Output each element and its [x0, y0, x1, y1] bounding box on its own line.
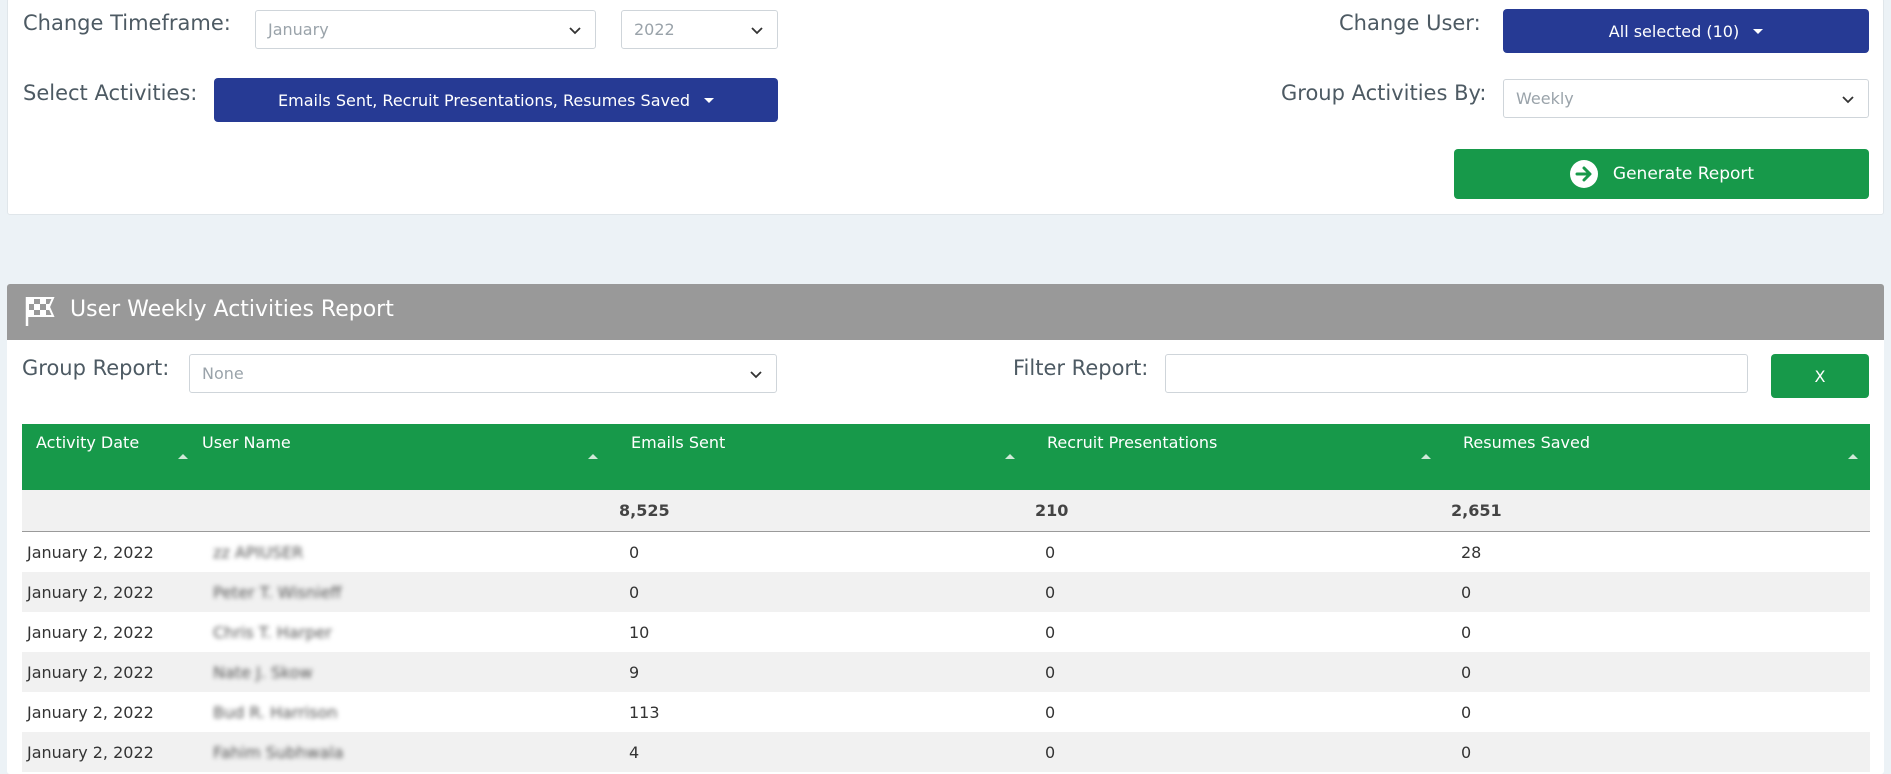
user-multiselect-label: All selected (10): [1608, 21, 1740, 41]
resumes-saved-cell: 28: [1461, 542, 1482, 562]
resumes-saved-cell: 0: [1461, 702, 1472, 722]
total-emails-sent: 8,525: [619, 501, 670, 520]
month-select[interactable]: January: [255, 10, 596, 49]
caret-down-icon: [703, 97, 714, 103]
emails-sent-cell: 113: [629, 702, 660, 722]
change-user-label: Change User:: [1339, 11, 1481, 35]
filter-report-input[interactable]: [1165, 354, 1748, 393]
total-recruit-presentations: 210: [1035, 501, 1069, 520]
total-resumes-saved: 2,651: [1451, 501, 1502, 520]
user-name-cell: zz APIUSER: [213, 542, 304, 562]
clear-filter-label: X: [1814, 366, 1826, 386]
table-header: Activity Date User Name Emails Sent Recr…: [22, 424, 1870, 490]
emails-sent-cell: 0: [629, 582, 640, 602]
user-name-cell: Fahim Subhwala: [213, 742, 344, 762]
activity-date-cell: January 2, 2022: [27, 742, 154, 762]
chevron-down-icon: [750, 371, 762, 379]
resumes-saved-cell: 0: [1461, 742, 1472, 762]
sort-asc-icon: [588, 454, 598, 459]
emails-sent-cell: 9: [629, 662, 640, 682]
totals-row: 8,525 210 2,651: [22, 490, 1870, 532]
checkered-flag-icon: [25, 297, 55, 326]
activity-date-cell: January 2, 2022: [27, 622, 154, 642]
user-name-cell: Peter T. Wisnieff: [213, 582, 342, 602]
table-row: January 2, 2022 Bud R. Harrison 113 0 0: [22, 692, 1870, 732]
activity-date-cell: January 2, 2022: [27, 582, 154, 602]
activity-date-cell: January 2, 2022: [27, 542, 154, 562]
emails-sent-cell: 4: [629, 742, 640, 762]
column-header-emails-sent[interactable]: Emails Sent: [610, 424, 1026, 490]
group-report-label: Group Report:: [22, 356, 170, 380]
group-by-select[interactable]: Weekly: [1503, 79, 1869, 118]
filter-report-label: Filter Report:: [1013, 356, 1149, 380]
activities-multiselect-label: Emails Sent, Recruit Presentations, Resu…: [278, 90, 690, 110]
arrow-right-circle-icon: [1569, 160, 1598, 188]
year-select[interactable]: 2022: [621, 10, 778, 49]
report-panel: User Weekly Activities Report Group Repo…: [7, 284, 1884, 774]
group-activities-label: Group Activities By:: [1281, 81, 1487, 105]
sort-asc-icon: [1848, 454, 1858, 459]
resumes-saved-cell: 0: [1461, 662, 1472, 682]
chevron-down-icon: [1842, 96, 1854, 104]
sort-asc-icon: [178, 454, 188, 459]
column-header-resumes-saved[interactable]: Resumes Saved: [1442, 424, 1870, 490]
emails-sent-cell: 10: [629, 622, 650, 642]
report-header: User Weekly Activities Report: [7, 284, 1884, 340]
column-header-user-name[interactable]: User Name: [194, 424, 610, 490]
table-row: January 2, 2022 Fahim Subhwala 4 0 0: [22, 732, 1870, 772]
chevron-down-icon: [569, 27, 581, 35]
table-row: January 2, 2022 Chris T. Harper 10 0 0: [22, 612, 1870, 652]
column-header-recruit-presentations[interactable]: Recruit Presentations: [1026, 424, 1442, 490]
recruit-presentations-cell: 0: [1045, 742, 1056, 762]
table-row: January 2, 2022 zz APIUSER 0 0 28: [22, 532, 1870, 572]
year-select-value: 2022: [634, 20, 675, 39]
clear-filter-button[interactable]: X: [1771, 354, 1869, 398]
recruit-presentations-cell: 0: [1045, 702, 1056, 722]
activities-table: Activity Date User Name Emails Sent Recr…: [22, 424, 1870, 772]
group-report-select[interactable]: None: [189, 354, 777, 393]
recruit-presentations-cell: 0: [1045, 542, 1056, 562]
table-row: January 2, 2022 Nate J. Skow 9 0 0: [22, 652, 1870, 692]
activities-multiselect-button[interactable]: Emails Sent, Recruit Presentations, Resu…: [214, 78, 778, 122]
generate-report-label: Generate Report: [1612, 164, 1755, 184]
user-name-cell: Bud R. Harrison: [213, 702, 338, 722]
table-row: January 2, 2022 Peter T. Wisnieff 0 0 0: [22, 572, 1870, 612]
chevron-down-icon: [751, 27, 763, 35]
user-multiselect-button[interactable]: All selected (10): [1503, 9, 1869, 53]
generate-report-button[interactable]: Generate Report: [1454, 149, 1869, 199]
activity-date-cell: January 2, 2022: [27, 702, 154, 722]
user-name-cell: Chris T. Harper: [213, 622, 332, 642]
emails-sent-cell: 0: [629, 542, 640, 562]
report-title: User Weekly Activities Report: [70, 297, 394, 322]
select-activities-label: Select Activities:: [23, 81, 198, 105]
caret-down-icon: [1753, 28, 1764, 34]
sort-asc-icon: [1421, 454, 1431, 459]
recruit-presentations-cell: 0: [1045, 582, 1056, 602]
recruit-presentations-cell: 0: [1045, 622, 1056, 642]
group-report-value: None: [202, 364, 244, 383]
user-name-cell: Nate J. Skow: [213, 662, 313, 682]
timeframe-label: Change Timeframe:: [23, 11, 231, 35]
group-by-select-value: Weekly: [1516, 89, 1574, 108]
sort-asc-icon: [1005, 454, 1015, 459]
resumes-saved-cell: 0: [1461, 582, 1472, 602]
month-select-value: January: [268, 20, 329, 39]
column-header-activity-date[interactable]: Activity Date: [22, 424, 194, 490]
report-filters-panel: Change Timeframe: January 2022 Change Us…: [7, 0, 1884, 215]
activity-date-cell: January 2, 2022: [27, 662, 154, 682]
resumes-saved-cell: 0: [1461, 622, 1472, 642]
recruit-presentations-cell: 0: [1045, 662, 1056, 682]
